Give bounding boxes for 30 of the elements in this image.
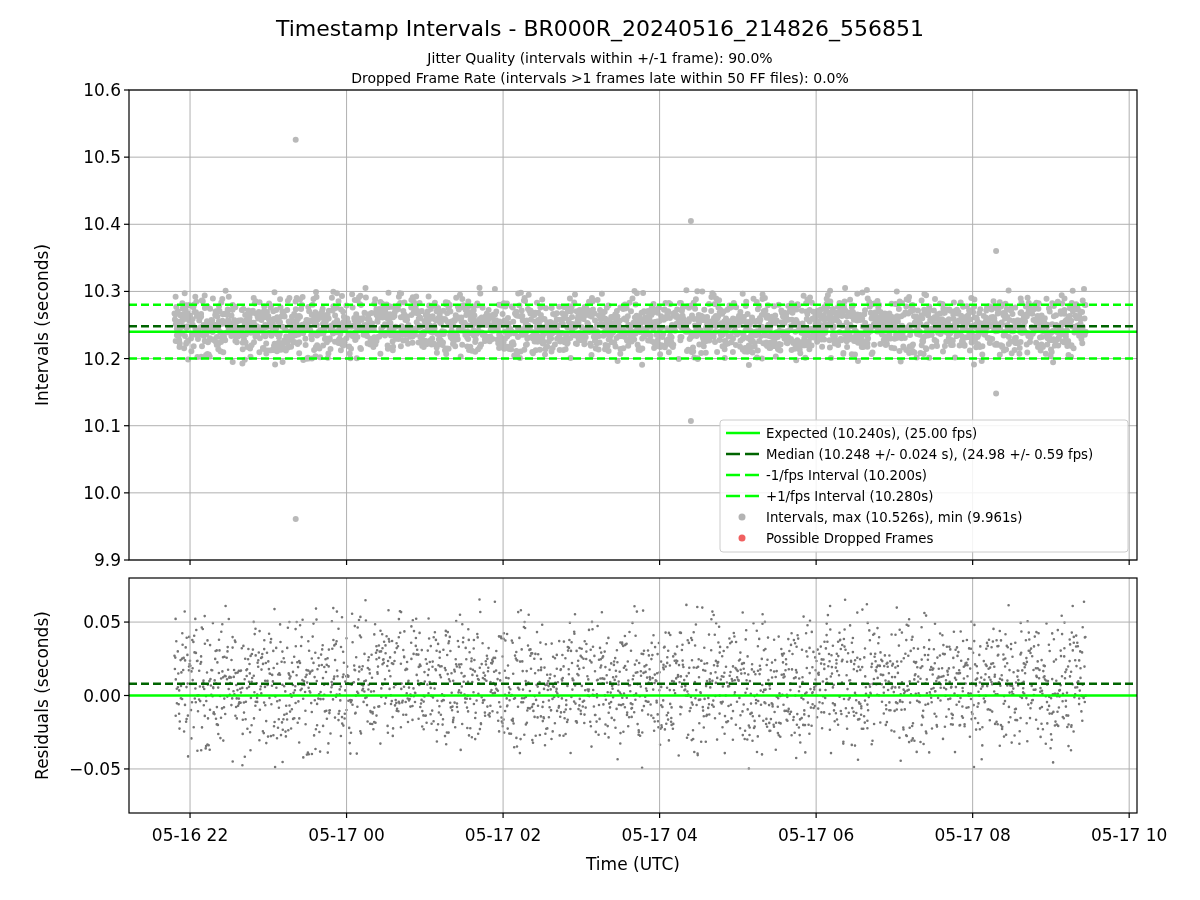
legend-label: Expected (10.240s), (25.00 fps) bbox=[766, 426, 978, 441]
tick-label: 05-17 02 bbox=[464, 825, 542, 845]
axis-label: Intervals (seconds) bbox=[32, 243, 52, 407]
axis-label: Residuals (seconds) bbox=[32, 611, 52, 780]
legend-label: Possible Dropped Frames bbox=[766, 531, 934, 546]
tick-label: 05-16 22 bbox=[151, 825, 229, 845]
tick-label: 10.6 bbox=[83, 80, 121, 100]
tick-label: 05-17 10 bbox=[1090, 825, 1168, 845]
tick-label: 10.3 bbox=[83, 281, 121, 302]
legend-label: -1/fps Interval (10.200s) bbox=[766, 468, 927, 483]
legend-label: +1/fps Interval (10.280s) bbox=[766, 489, 934, 504]
chart-subtitle: Jitter Quality (intervals within +/-1 frame): 90.0% bbox=[427, 50, 773, 66]
chart-subtitle: Dropped Frame Rate (intervals >1 frames late within 50 FF files): 0.0% bbox=[351, 70, 849, 86]
tick-label: 05-17 06 bbox=[777, 825, 855, 845]
tick-label: 10.0 bbox=[83, 482, 121, 503]
tick-label: 9.9 bbox=[93, 550, 121, 570]
tick-label: −0.05 bbox=[68, 758, 121, 779]
tick-label: 05-17 08 bbox=[934, 825, 1011, 845]
tick-label: 10.5 bbox=[83, 147, 121, 168]
chart-title: Timestamp Intervals - BR000R_20240516_214826_556851 bbox=[276, 16, 924, 41]
tick-label: 05-17 00 bbox=[308, 825, 385, 845]
legend-label: Intervals, max (10.526s), min (9.961s) bbox=[766, 510, 1023, 525]
tick-label: 10.1 bbox=[83, 415, 121, 436]
tick-label: 10.4 bbox=[83, 214, 121, 235]
legend-label: Median (10.248 +/- 0.024 s), (24.98 +/- 0.59 fps) bbox=[766, 447, 1094, 462]
axis-label: Time (UTC) bbox=[586, 854, 680, 874]
tick-label: 10.2 bbox=[83, 348, 121, 369]
tick-label: 0.05 bbox=[83, 612, 121, 633]
tick-label: 0.00 bbox=[83, 685, 121, 706]
tick-label: 05-17 04 bbox=[621, 825, 698, 845]
